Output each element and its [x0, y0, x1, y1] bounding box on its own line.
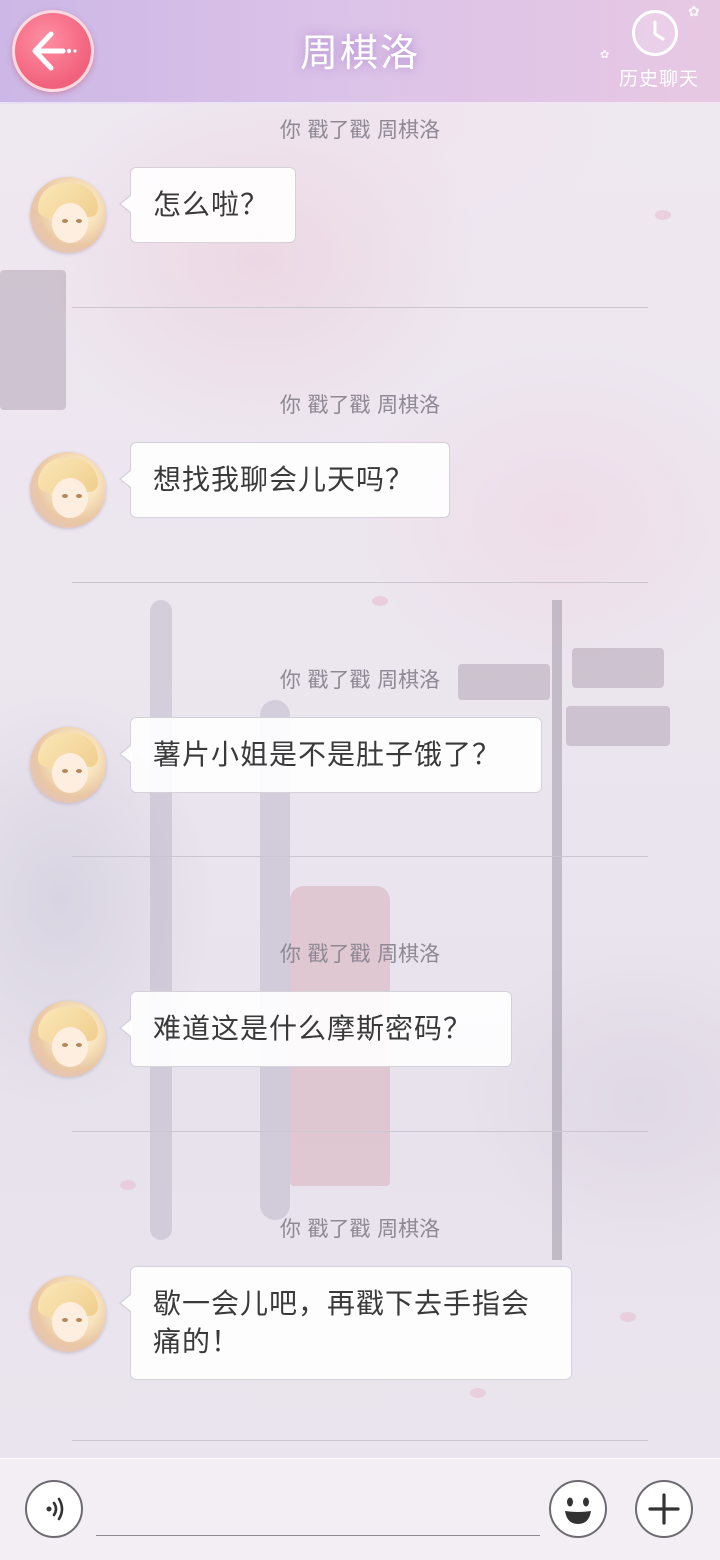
divider: [72, 1440, 648, 1441]
plus-button[interactable]: [635, 1480, 693, 1538]
message-bubble[interactable]: 怎么啦？: [119, 167, 296, 243]
avatar[interactable]: [30, 452, 106, 528]
history-chat-label: 历史聊天: [618, 68, 699, 90]
petal: [655, 210, 671, 220]
top-bar: 周棋洛 ✿ ✿ 历史聊天: [0, 0, 720, 104]
poke-notice: 你 戳了戳 周棋洛: [279, 668, 441, 692]
input-underline: [96, 1535, 540, 1536]
message-bubble[interactable]: 难道这是什么摩斯密码？: [119, 991, 512, 1067]
history-chat-button[interactable]: ✿ ✿ 历史聊天: [600, 4, 712, 96]
emoji-icon: [565, 1497, 591, 1524]
divider: [72, 582, 648, 583]
poke-notice: 你 戳了戳 周棋洛: [279, 393, 441, 417]
divider: [72, 856, 648, 857]
tree-trunk: [150, 600, 172, 1240]
divider: [72, 307, 648, 308]
message-bubble[interactable]: 薯片小姐是不是肚子饿了？: [119, 717, 542, 793]
flower-icon: ✿: [600, 48, 610, 61]
message-bubble[interactable]: 歇一会儿吧，再戳下去手指会痛的！: [119, 1266, 572, 1380]
petal: [620, 1312, 636, 1322]
clock-icon: [632, 10, 678, 56]
plus-icon: [648, 1493, 680, 1525]
voice-button[interactable]: [25, 1480, 83, 1538]
petal: [470, 1388, 486, 1398]
avatar[interactable]: [30, 1276, 106, 1352]
petal: [372, 596, 388, 606]
avatar[interactable]: [30, 727, 106, 803]
poke-notice: 你 戳了戳 周棋洛: [279, 942, 441, 966]
voice-icon: [46, 1497, 64, 1521]
petal: [120, 1180, 136, 1190]
emoji-button[interactable]: [549, 1480, 607, 1538]
poke-notice: 你 戳了戳 周棋洛: [279, 118, 441, 142]
input-bar: [0, 1458, 720, 1560]
street-sign: [566, 706, 670, 746]
avatar[interactable]: [30, 1001, 106, 1077]
message-bubble[interactable]: 想找我聊会儿天吗？: [119, 442, 450, 518]
poke-notice: 你 戳了戳 周棋洛: [279, 1217, 441, 1241]
flower-icon: ✿: [688, 4, 700, 20]
divider: [72, 1131, 648, 1132]
avatar[interactable]: [30, 177, 106, 253]
message-input[interactable]: [96, 1495, 544, 1535]
lamp-pole: [552, 600, 562, 1260]
